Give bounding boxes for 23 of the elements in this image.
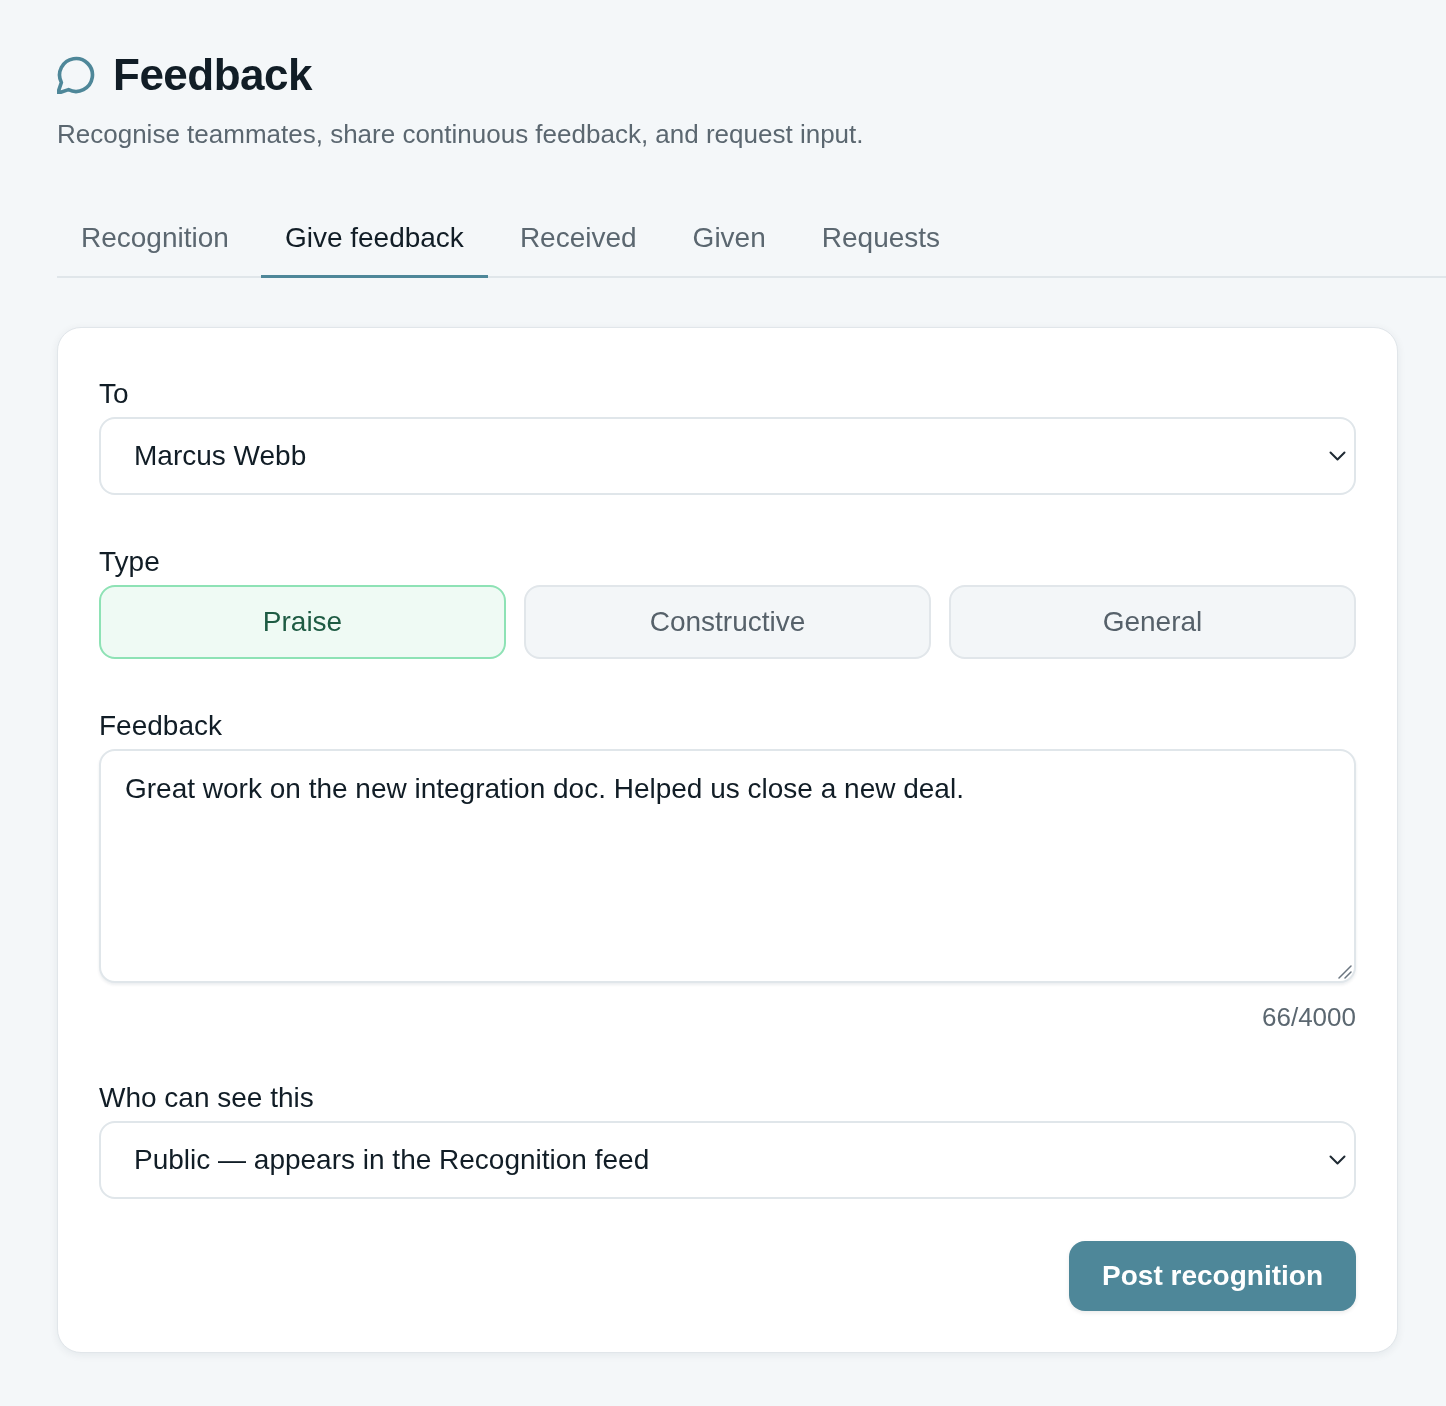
page-subtitle: Recognise teammates, share continuous feedback, and request input. [57,118,865,151]
field-label: Feedback [99,709,223,743]
type-option[interactable]: Praise [99,585,506,659]
page-title: Feedback [113,49,312,101]
feedback-textarea[interactable]: Great work on the new integration doc. Helped us close a new deal. [99,749,1356,983]
tab[interactable]: Recognition [57,200,253,278]
field-label: To [99,377,130,411]
chevron-down-icon [1329,451,1346,461]
dropdown[interactable]: Public — appears in the Recognition feed [99,1121,1356,1199]
type-option[interactable]: Constructive [524,585,931,659]
field-label: Who can see this [99,1081,315,1115]
field-label: Type [99,545,161,579]
chevron-down-icon [1329,1155,1346,1165]
type-option[interactable]: General [949,585,1356,659]
tab[interactable]: Requests [797,200,965,278]
character-counter: 66/4000 [1262,1001,1356,1033]
tab[interactable]: Given [668,200,790,278]
dropdown[interactable]: Marcus Webb [99,417,1356,495]
resize-handle-icon[interactable] [1338,965,1352,979]
post-recognition-button[interactable]: Post recognition [1069,1241,1356,1311]
chat-bubble-icon [57,56,95,94]
tab[interactable]: Received [495,200,661,278]
tab[interactable]: Give feedback [260,200,488,278]
